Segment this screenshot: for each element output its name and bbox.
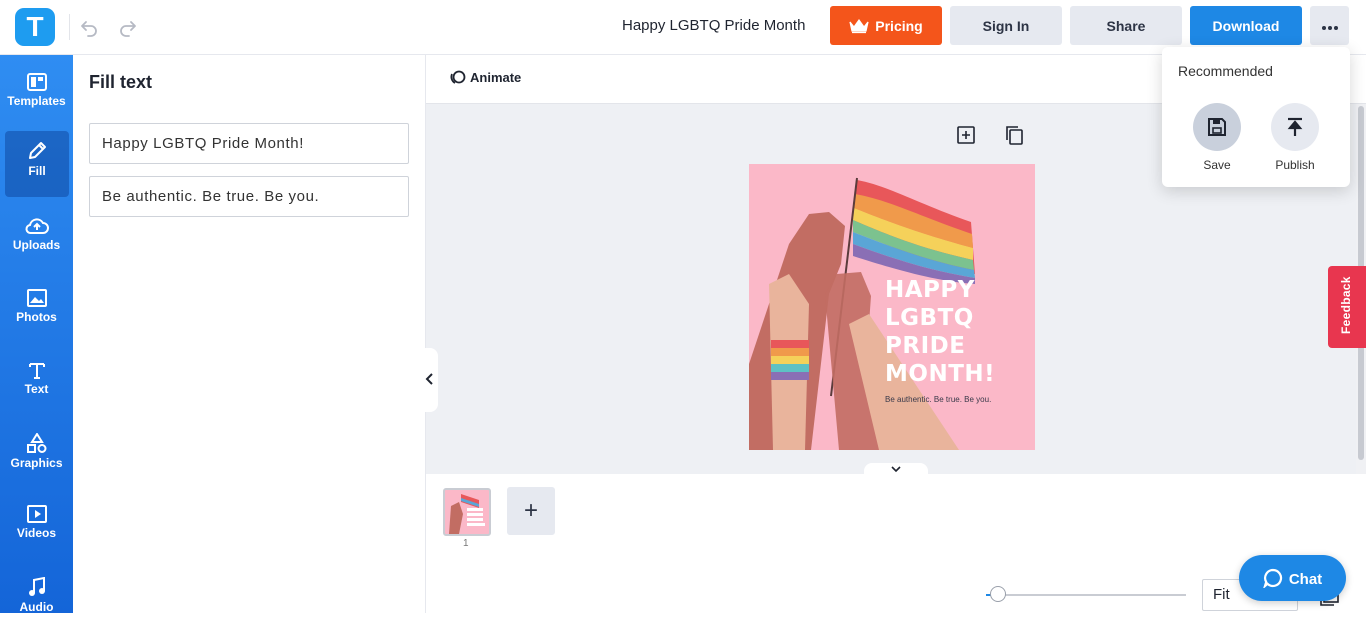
headline-line: PRIDE bbox=[885, 333, 966, 359]
nav-label: Text bbox=[24, 382, 49, 396]
crown-icon bbox=[849, 18, 869, 33]
headline-line: MONTH! bbox=[885, 361, 996, 387]
pricing-button[interactable]: Pricing bbox=[830, 6, 942, 45]
templates-icon bbox=[26, 73, 47, 91]
zoom-slider-handle[interactable] bbox=[990, 586, 1006, 602]
feedback-label: Feedback bbox=[1339, 276, 1353, 334]
nav-item-photos[interactable]: Photos bbox=[0, 279, 73, 345]
sign-in-button[interactable]: Sign In bbox=[950, 6, 1062, 45]
animate-icon bbox=[450, 70, 466, 84]
undo-icon[interactable] bbox=[77, 15, 101, 39]
download-button[interactable]: Download bbox=[1190, 6, 1302, 45]
app-logo[interactable]: T bbox=[15, 8, 55, 46]
chat-bubble-icon bbox=[1262, 568, 1282, 590]
panel-title: Fill text bbox=[89, 72, 153, 92]
share-button[interactable]: Share bbox=[1070, 6, 1182, 45]
collapse-panel-toggle[interactable] bbox=[422, 348, 438, 412]
image-icon bbox=[26, 289, 47, 307]
feedback-tab[interactable]: Feedback bbox=[1328, 266, 1366, 348]
nav-label: Videos bbox=[16, 526, 57, 540]
more-dots-icon bbox=[1321, 25, 1338, 30]
animate-label: Animate bbox=[470, 70, 522, 85]
artboard-headline[interactable]: HAPPY LGBTQ PRIDE MONTH! bbox=[885, 276, 1025, 388]
chevron-down-icon bbox=[891, 466, 901, 473]
zoom-slider-track[interactable] bbox=[986, 594, 1186, 596]
logo-letter: T bbox=[26, 11, 44, 42]
left-sidebar: Templates Fill Uploads Photos Text Graph… bbox=[0, 55, 73, 614]
more-options-button[interactable] bbox=[1310, 6, 1349, 45]
fill-text-panel: Fill text bbox=[73, 55, 426, 613]
subline-text-field[interactable] bbox=[89, 176, 409, 217]
nav-label: Templates bbox=[7, 94, 66, 108]
headline-text-field[interactable] bbox=[89, 123, 409, 164]
save-button[interactable]: Save bbox=[1187, 103, 1247, 172]
save-icon bbox=[1208, 118, 1226, 136]
divider bbox=[69, 14, 70, 40]
nav-item-uploads[interactable]: Uploads bbox=[0, 207, 73, 273]
document-title[interactable]: Happy LGBTQ Pride Month bbox=[622, 17, 805, 34]
dropdown-title: Recommended bbox=[1178, 63, 1273, 79]
pencil-icon bbox=[29, 142, 46, 159]
nav-item-videos[interactable]: Videos bbox=[0, 495, 73, 561]
page-number: 1 bbox=[463, 538, 469, 549]
nav-label: Photos bbox=[16, 310, 57, 324]
publish-icon bbox=[1287, 117, 1303, 136]
redo-icon[interactable] bbox=[116, 15, 140, 39]
nav-item-graphics[interactable]: Graphics bbox=[0, 423, 73, 489]
publish-label: Publish bbox=[1275, 158, 1315, 172]
add-element-icon[interactable] bbox=[955, 124, 977, 146]
pricing-label: Pricing bbox=[875, 17, 923, 34]
chat-label: Chat bbox=[1288, 571, 1323, 588]
top-bar: T Happy LGBTQ Pride Month Pricing Sign I… bbox=[0, 0, 1366, 55]
headline-line: LGBTQ bbox=[885, 305, 974, 331]
nav-item-audio[interactable]: Audio bbox=[0, 567, 73, 633]
pages-strip: 1 + Fit bbox=[426, 474, 1366, 613]
nav-item-text[interactable]: Text bbox=[0, 351, 73, 417]
thumbnail-preview bbox=[449, 494, 485, 534]
nav-label: Fill bbox=[28, 164, 46, 178]
nav-item-templates[interactable]: Templates bbox=[0, 63, 73, 129]
page-thumbnail[interactable] bbox=[443, 488, 491, 536]
cloud-upload-icon bbox=[25, 218, 49, 234]
nav-label: Audio bbox=[19, 600, 54, 614]
design-artboard[interactable]: HAPPY LGBTQ PRIDE MONTH! Be authentic. B… bbox=[749, 164, 1035, 450]
headline-line: HAPPY bbox=[885, 277, 975, 303]
nav-label: Graphics bbox=[10, 456, 63, 470]
nav-label: Uploads bbox=[12, 238, 61, 252]
animate-button[interactable]: Animate bbox=[450, 69, 521, 85]
publish-circle bbox=[1271, 103, 1319, 151]
artboard-subline[interactable]: Be authentic. Be true. Be you. bbox=[885, 395, 991, 404]
more-options-dropdown: Recommended Save Publish bbox=[1162, 47, 1350, 187]
add-page-button[interactable]: + bbox=[507, 487, 555, 535]
nav-item-fill[interactable]: Fill bbox=[5, 131, 69, 197]
duplicate-icon[interactable] bbox=[1003, 124, 1025, 146]
publish-button[interactable]: Publish bbox=[1265, 103, 1325, 172]
chevron-left-icon bbox=[425, 373, 433, 385]
save-circle bbox=[1193, 103, 1241, 151]
chat-button[interactable]: Chat bbox=[1239, 555, 1346, 601]
text-icon bbox=[28, 363, 45, 379]
save-label: Save bbox=[1203, 158, 1231, 172]
video-icon bbox=[26, 505, 47, 523]
music-icon bbox=[28, 577, 45, 596]
shapes-icon bbox=[26, 433, 46, 453]
